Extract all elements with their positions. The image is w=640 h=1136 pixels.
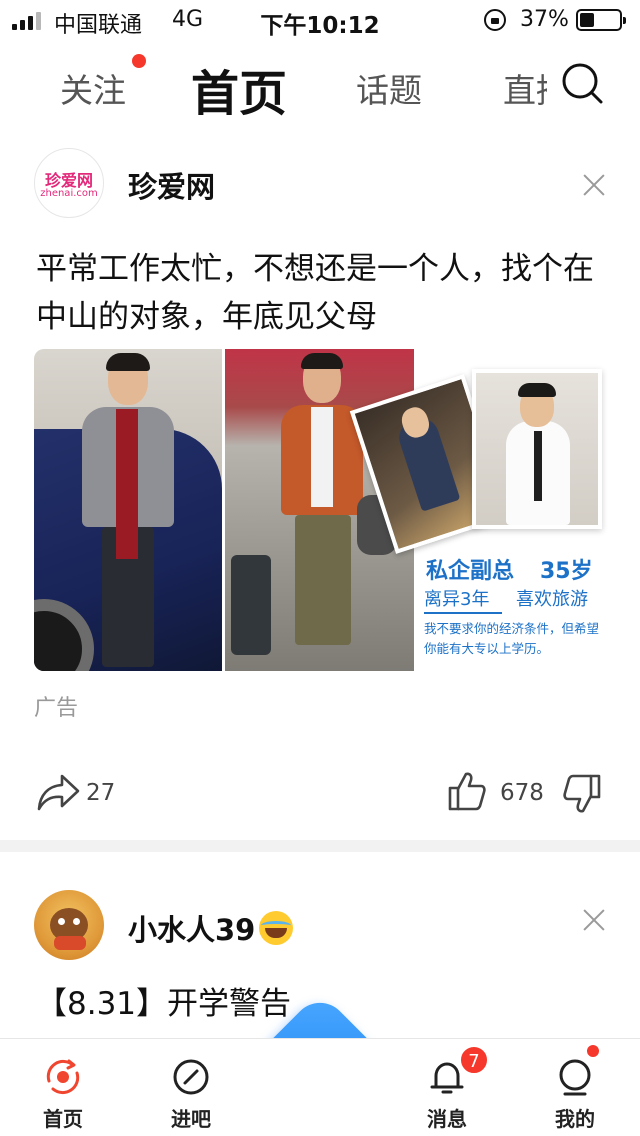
ad-title: 私企副总 35岁: [426, 553, 606, 585]
search-icon[interactable]: [561, 62, 603, 104]
ad-age: 35岁: [540, 559, 593, 584]
nav-mine[interactable]: 我的: [525, 1039, 625, 1136]
ad-photo-portrait: [472, 369, 602, 529]
tab-home-label: 首页: [191, 66, 288, 122]
ad-hobby: 喜欢旅游: [516, 589, 588, 610]
ad-image[interactable]: 私企副总 35岁 离异3年 喜欢旅游 我不要求你的经济条件，但希望你能有大专以上…: [34, 349, 608, 671]
nav-mine-label: 我的: [555, 1107, 595, 1131]
ad-divider: [424, 612, 502, 614]
messages-badge: 7: [459, 1045, 489, 1075]
tab-topic-label: 话题: [356, 71, 422, 110]
status-bar: 中国联通 4G 下午10:12 37%: [0, 0, 640, 40]
orientation-lock-icon: [484, 9, 506, 31]
bottom-nav-bar: 首页 进吧 7 消息 我的: [0, 1038, 640, 1136]
like-count: 678: [500, 780, 544, 806]
profile-icon: [559, 1059, 591, 1096]
tab-topic[interactable]: 话题: [356, 64, 422, 112]
ad-profile-panel: 私企副总 35岁 离异3年 喜欢旅游 我不要求你的经济条件，但希望你能有大专以上…: [349, 349, 608, 671]
avatar[interactable]: 珍爱网 zhenai.com: [34, 148, 104, 218]
tab-home[interactable]: 首页: [181, 54, 300, 130]
nav-messages-label: 消息: [427, 1107, 467, 1131]
compass-icon: [173, 1059, 209, 1095]
battery-icon: [576, 9, 626, 31]
ad-photo-man-car: [34, 349, 222, 671]
tears-of-joy-emoji-icon: [259, 911, 294, 945]
close-icon[interactable]: [582, 908, 606, 932]
feed-card-ad[interactable]: 珍爱网 zhenai.com 珍爱网 平常工作太忙，不想还是一个人，找个在中山的…: [0, 130, 640, 840]
tab-follow[interactable]: 关注: [60, 54, 146, 112]
ad-job: 私企副总: [426, 559, 515, 584]
follow-notification-dot: [132, 54, 146, 68]
share-count: 27: [86, 780, 116, 806]
nav-jinba[interactable]: 进吧: [141, 1039, 241, 1136]
ad-label: 广告: [34, 696, 79, 721]
avatar[interactable]: [34, 890, 104, 960]
share-icon[interactable]: [36, 773, 80, 813]
battery-percent: 37%: [520, 7, 569, 32]
ad-marital: 离异3年: [424, 589, 490, 610]
home-refresh-icon: [46, 1059, 80, 1095]
top-tab-bar: 关注 首页 话题 直播: [0, 40, 640, 130]
nav-jinba-label: 进吧: [171, 1107, 211, 1131]
nav-home-label: 首页: [43, 1107, 83, 1131]
close-icon[interactable]: [582, 173, 606, 197]
thumbs-up-icon[interactable]: [447, 770, 487, 812]
author-name-text: 小水人39: [128, 913, 256, 947]
brand-logo-domain: zhenai.com: [40, 188, 98, 199]
nav-home[interactable]: 首页: [13, 1039, 113, 1136]
tab-live-label: 直播: [503, 71, 547, 110]
mine-notification-dot: [585, 1043, 601, 1059]
author-name[interactable]: 小水人39: [128, 907, 294, 949]
thumbs-down-icon[interactable]: [562, 773, 602, 815]
nav-messages[interactable]: 7 消息: [397, 1039, 497, 1136]
author-name[interactable]: 珍爱网: [128, 164, 215, 206]
post-text[interactable]: 平常工作太忙，不想还是一个人，找个在中山的对象，年底见父母: [36, 245, 606, 341]
tab-follow-label: 关注: [60, 71, 126, 110]
ad-description: 我不要求你的经济条件，但希望你能有大专以上学历。: [424, 621, 600, 656]
card-separator: [0, 840, 640, 852]
tab-live[interactable]: 直播: [503, 64, 547, 112]
ad-subtitle: 离异3年 喜欢旅游: [424, 585, 608, 611]
